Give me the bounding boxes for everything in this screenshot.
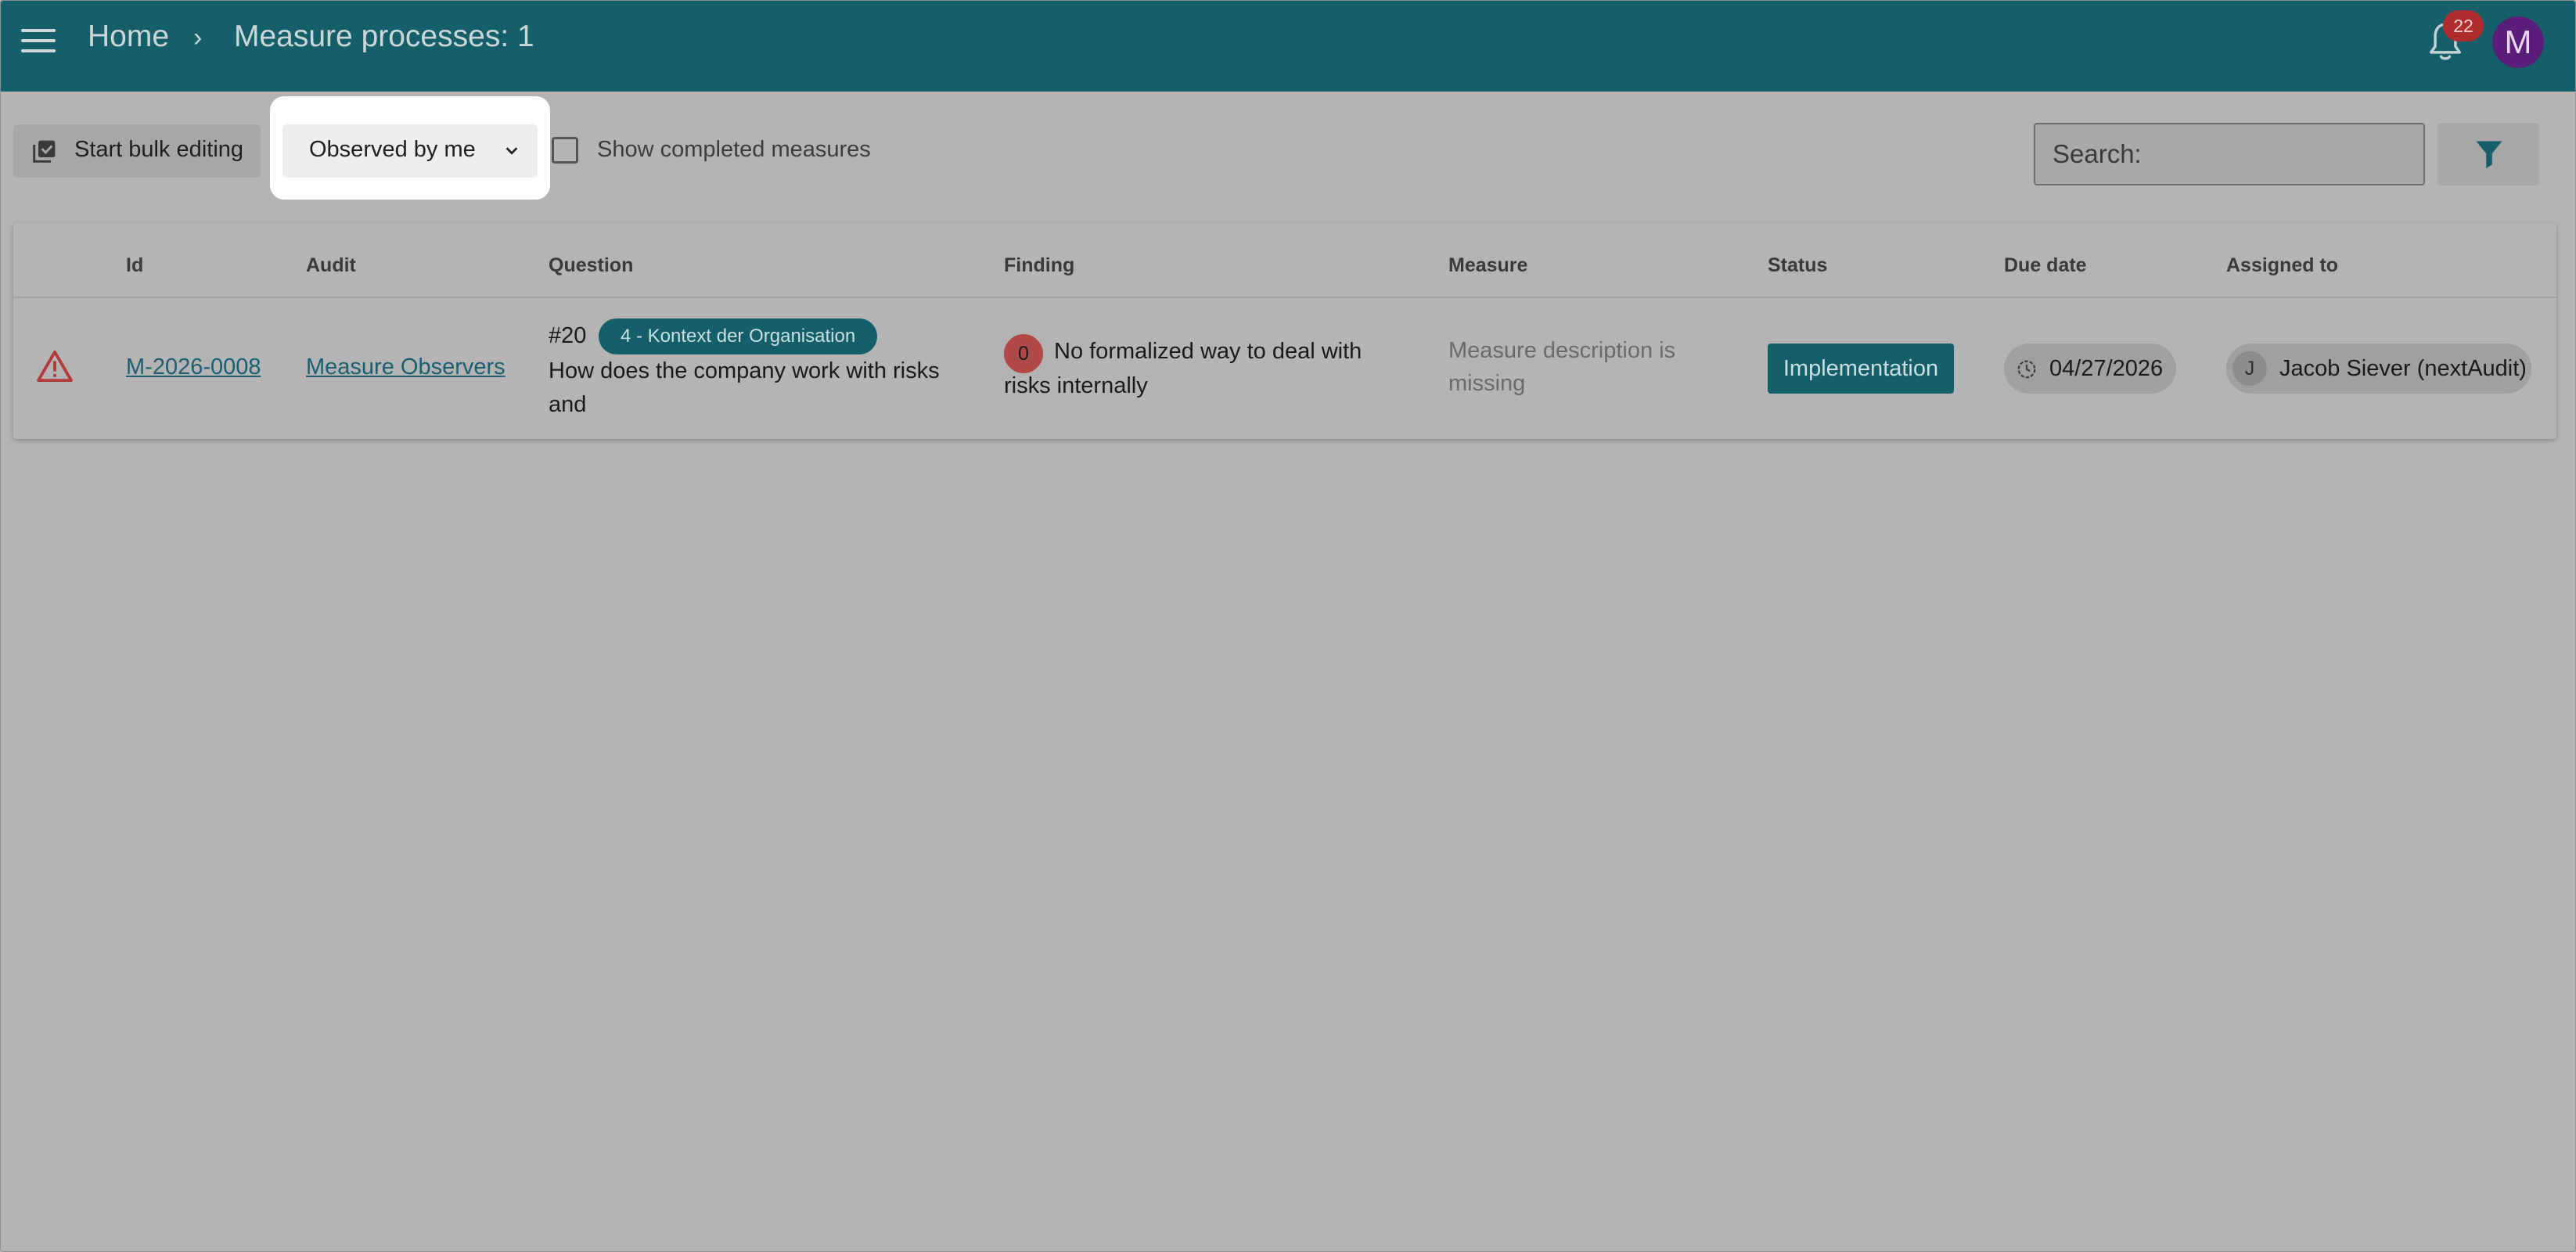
column-header-audit[interactable]: Audit	[306, 254, 356, 277]
observed-filter-select[interactable]: Observed by me	[282, 124, 538, 178]
question-chapter-tag: 4 - Kontext der Organisation	[599, 318, 878, 354]
audit-link[interactable]: Measure Observers	[306, 354, 505, 380]
user-avatar[interactable]: M	[2492, 16, 2544, 68]
start-bulk-editing-button[interactable]: Start bulk editing	[13, 124, 261, 178]
observed-filter-value: Observed by me	[309, 137, 476, 162]
column-header-assigned-to[interactable]: Assigned to	[2226, 254, 2338, 277]
question-text: How does the company work with risks and	[549, 358, 940, 417]
assignee-avatar: J	[2232, 351, 2267, 386]
column-header-status[interactable]: Status	[1768, 254, 1827, 277]
measures-table: Id Audit Question Finding Measure Status…	[13, 223, 2556, 439]
due-date-value: 04/27/2026	[2049, 356, 2164, 381]
chevron-down-icon	[505, 147, 518, 155]
finding-text: No formalized way to deal with risks int…	[1004, 339, 1362, 398]
page-title: Measure processes: 1	[234, 20, 534, 53]
show-completed-checkbox[interactable]	[552, 137, 578, 164]
column-header-finding[interactable]: Finding	[1004, 254, 1074, 277]
filter-button[interactable]	[2437, 123, 2539, 185]
filter-select-highlight: Observed by me	[270, 96, 550, 200]
header-divider	[13, 297, 2556, 298]
show-completed-label[interactable]: Show completed measures	[597, 137, 871, 163]
filter-icon	[2476, 141, 2502, 168]
column-header-id[interactable]: Id	[126, 254, 143, 277]
warning-icon	[37, 350, 73, 383]
breadcrumb-home[interactable]: Home	[88, 20, 169, 54]
due-date-chip[interactable]: 04/27/2026	[2004, 344, 2176, 394]
bulk-edit-icon	[33, 140, 56, 163]
assignee-chip[interactable]: J Jacob Siever (nextAudit)	[2226, 344, 2531, 394]
bulk-edit-label: Start bulk editing	[74, 137, 244, 162]
measure-id-link[interactable]: M-2026-0008	[126, 354, 261, 380]
question-number: #20	[549, 323, 587, 348]
breadcrumb-separator: ›	[193, 23, 203, 52]
measure-description: Measure description is missing	[1448, 338, 1676, 396]
assignee-name: Jacob Siever (nextAudit)	[2279, 356, 2527, 381]
app-frame: Home › Measure processes: 1 22 M Start b…	[0, 0, 2576, 1252]
column-header-measure[interactable]: Measure	[1448, 254, 1527, 277]
column-header-due-date[interactable]: Due date	[2004, 254, 2087, 277]
clock-icon	[2017, 360, 2036, 379]
status-button[interactable]: Implementation	[1768, 344, 1954, 394]
search-input[interactable]	[2034, 123, 2425, 185]
column-header-question[interactable]: Question	[549, 254, 633, 277]
notification-badge: 22	[2443, 10, 2484, 41]
menu-icon[interactable]	[21, 29, 56, 52]
top-app-bar: Home › Measure processes: 1 22 M	[1, 1, 2575, 92]
